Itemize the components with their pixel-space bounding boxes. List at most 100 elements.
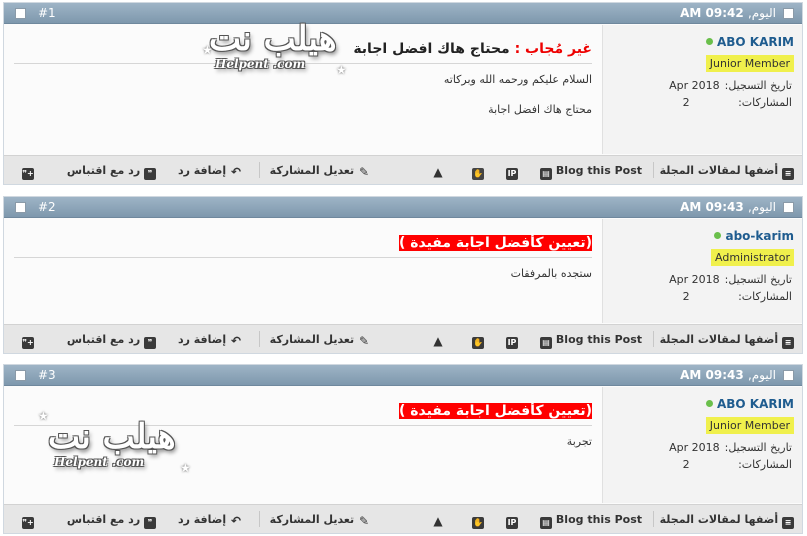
logo-arabic: هيلب نت xyxy=(48,417,176,457)
post-title: (تعيين كأفضل اجابة مفيدة ) xyxy=(14,235,592,258)
reg-label: تاريخ التسجيل: xyxy=(724,79,792,92)
post-number[interactable]: #3 xyxy=(38,368,56,382)
post-3: #3 اليوم, 09:43 AM ABO KARIM Junior Memb… xyxy=(3,364,803,534)
reg-label: تاريخ التسجيل: xyxy=(724,273,792,286)
post-title-text: (تعيين كأفضل اجابة مفيدة ) xyxy=(398,403,592,419)
post-select-checkbox[interactable] xyxy=(15,202,26,213)
logo-latin: Helpent .com xyxy=(54,455,145,469)
username-link[interactable]: ABO KARIM xyxy=(705,35,794,49)
post-time: 09:43 AM xyxy=(680,200,744,214)
date-label: اليوم, xyxy=(747,200,776,214)
username-link[interactable]: ABO KARIM xyxy=(705,397,794,411)
add-to-articles-button[interactable]: أضفها لمقالات المجلة ≡ xyxy=(660,164,794,180)
thanks-button[interactable]: ✋ xyxy=(472,333,484,349)
post-date: اليوم, 09:43 AM xyxy=(680,368,776,382)
quote-reply-button[interactable]: رد مع اقتباس ❞ xyxy=(67,513,156,529)
post-title-text: (تعيين كأفضل اجابة مفيدة ) xyxy=(398,235,592,251)
ip-icon: IP xyxy=(506,337,518,349)
quote-reply-button[interactable]: رد مع اقتباس ❞ xyxy=(67,164,156,180)
post-date: اليوم, 09:43 AM xyxy=(680,200,776,214)
user-stats: تاريخ التسجيل: Apr 2018 المشاركات: 2 xyxy=(642,77,792,111)
online-status-icon xyxy=(705,38,713,45)
blog-this-post-button[interactable]: ▤ Blog this Post xyxy=(540,164,642,180)
post-action-bar: أضفها لمقالات المجلة ≡ ▤ Blog this Post … xyxy=(4,504,802,533)
multiquote-button[interactable]: ❞+ xyxy=(22,164,34,180)
post-header: #3 اليوم, 09:43 AM xyxy=(4,365,802,386)
site-logo-watermark: هيلب نت Helpent .com xyxy=(48,419,176,469)
posts-count-label: المشاركات: xyxy=(738,290,792,303)
divider xyxy=(259,331,260,347)
post-number[interactable]: #2 xyxy=(38,200,56,214)
post-body-line: ستجده بالمرفقات xyxy=(510,267,592,280)
reply-button[interactable]: إضافة رد ↶ xyxy=(178,164,242,178)
post-time: 09:43 AM xyxy=(680,368,744,382)
thanks-button[interactable]: ✋ xyxy=(472,164,484,180)
report-button[interactable]: ▲ xyxy=(432,333,444,347)
inline-mod-checkbox[interactable] xyxy=(783,370,794,381)
add-to-articles-button[interactable]: أضفها لمقالات المجلة ≡ xyxy=(660,513,794,529)
divider xyxy=(259,162,260,178)
divider xyxy=(259,511,260,527)
divider xyxy=(653,162,654,178)
add-to-articles-button[interactable]: أضفها لمقالات المجلة ≡ xyxy=(660,333,794,349)
post-2: #2 اليوم, 09:43 AM abo-karim Administrat… xyxy=(3,196,803,354)
star-icon: ★ xyxy=(336,63,347,77)
quote-reply-button[interactable]: رد مع اقتباس ❞ xyxy=(67,333,156,349)
multiquote-button[interactable]: ❞+ xyxy=(22,333,34,349)
posts-count-value: 2 xyxy=(682,290,690,303)
reply-button[interactable]: إضافة رد ↶ xyxy=(178,513,242,527)
ip-button[interactable]: IP xyxy=(506,164,518,180)
online-status-icon xyxy=(705,400,713,407)
report-button[interactable]: ▲ xyxy=(432,513,444,527)
blog-icon: ▤ xyxy=(540,337,553,349)
list-icon: ≡ xyxy=(782,517,794,529)
post-select-checkbox[interactable] xyxy=(15,8,26,19)
post-select-checkbox[interactable] xyxy=(15,370,26,381)
reply-icon: ↶ xyxy=(230,514,242,528)
post-date: اليوم, 09:42 AM xyxy=(680,6,776,20)
multiquote-button[interactable]: ❞+ xyxy=(22,513,34,529)
inline-mod-checkbox[interactable] xyxy=(783,8,794,19)
post-header: #2 اليوم, 09:43 AM xyxy=(4,197,802,218)
blog-icon: ▤ xyxy=(540,168,553,180)
multiquote-icon: ❞+ xyxy=(22,517,34,529)
username-link[interactable]: abo-karim xyxy=(714,229,794,243)
user-info: ABO KARIM Junior Member تاريخ التسجيل: A… xyxy=(602,387,802,503)
list-icon: ≡ xyxy=(782,337,794,349)
edit-post-button[interactable]: تعديل المشاركة ✎ xyxy=(270,164,370,178)
reg-value: Apr 2018 xyxy=(669,273,720,286)
posts-count-label: المشاركات: xyxy=(738,458,792,471)
post-1: #1 اليوم, 09:42 AM ABO KARIM Junior Memb… xyxy=(3,2,803,185)
post-action-bar: أضفها لمقالات المجلة ≡ ▤ Blog this Post … xyxy=(4,155,802,184)
divider xyxy=(653,511,654,527)
user-rank: Junior Member xyxy=(705,55,794,72)
pencil-icon: ✎ xyxy=(358,165,370,179)
edit-post-button[interactable]: تعديل المشاركة ✎ xyxy=(270,333,370,347)
pencil-icon: ✎ xyxy=(358,334,370,348)
blog-icon: ▤ xyxy=(540,517,553,529)
reg-value: Apr 2018 xyxy=(669,441,720,454)
report-button[interactable]: ▲ xyxy=(432,164,444,178)
date-label: اليوم, xyxy=(747,368,776,382)
username[interactable]: ABO KARIM xyxy=(717,35,794,49)
blog-this-post-button[interactable]: ▤ Blog this Post xyxy=(540,333,642,349)
pencil-icon: ✎ xyxy=(358,514,370,528)
username[interactable]: abo-karim xyxy=(725,229,794,243)
reply-button[interactable]: إضافة رد ↶ xyxy=(178,333,242,347)
posts-count-label: المشاركات: xyxy=(738,96,792,109)
ip-button[interactable]: IP xyxy=(506,333,518,349)
logo-latin: Helpent .com xyxy=(215,57,306,71)
edit-post-button[interactable]: تعديل المشاركة ✎ xyxy=(270,513,370,527)
logo-arabic: هيلب نت xyxy=(209,19,337,59)
thanks-button[interactable]: ✋ xyxy=(472,513,484,529)
username[interactable]: ABO KARIM xyxy=(717,397,794,411)
user-info: ABO KARIM Junior Member تاريخ التسجيل: A… xyxy=(602,25,802,154)
blog-this-post-button[interactable]: ▤ Blog this Post xyxy=(540,513,642,529)
user-stats: تاريخ التسجيل: Apr 2018 المشاركات: 2 xyxy=(642,439,792,473)
reg-label: تاريخ التسجيل: xyxy=(724,441,792,454)
thumbs-icon: ✋ xyxy=(472,337,484,349)
ip-button[interactable]: IP xyxy=(506,513,518,529)
inline-mod-checkbox[interactable] xyxy=(783,202,794,213)
post-number[interactable]: #1 xyxy=(38,6,56,20)
online-status-icon xyxy=(714,232,722,239)
